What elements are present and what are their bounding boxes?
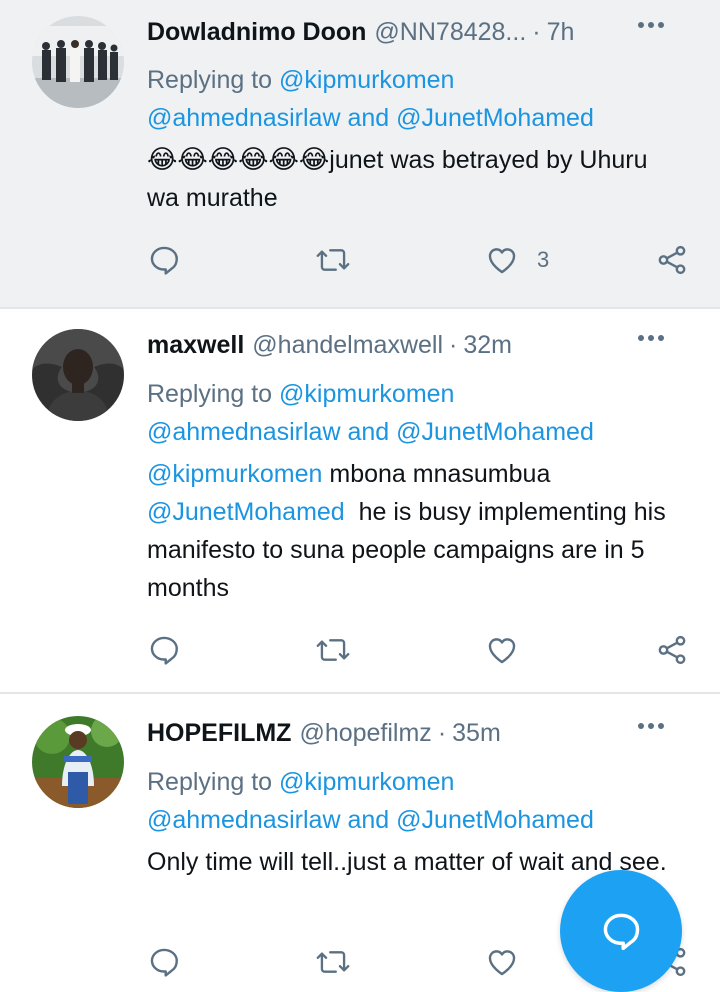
tweet-actions bbox=[147, 633, 707, 673]
tweet-text-content: mbona mnasumbua bbox=[322, 460, 551, 488]
more-icon[interactable] bbox=[636, 721, 666, 731]
author-name[interactable]: Dowladnimo Doon bbox=[147, 18, 366, 47]
mention-link[interactable]: @JunetMohamed bbox=[147, 498, 345, 526]
divider bbox=[0, 307, 720, 309]
author-handle[interactable]: @NN78428... bbox=[374, 18, 526, 47]
avatar-image bbox=[32, 329, 124, 421]
avatar[interactable] bbox=[32, 329, 124, 421]
author-handle[interactable]: @hopefilmz bbox=[299, 719, 431, 748]
timestamp[interactable]: 7h bbox=[547, 18, 575, 47]
and-others-link[interactable]: and bbox=[347, 104, 389, 132]
share-button[interactable] bbox=[655, 243, 689, 277]
mention-link[interactable]: @kipmurkomen bbox=[279, 66, 454, 94]
reply-button[interactable] bbox=[147, 945, 181, 979]
like-button[interactable] bbox=[485, 633, 519, 667]
retweet-button[interactable] bbox=[315, 633, 351, 667]
like-button[interactable] bbox=[485, 945, 519, 979]
retweet-icon bbox=[316, 951, 350, 973]
mention-link[interactable]: @ahmednasirlaw bbox=[147, 104, 341, 132]
author-handle[interactable]: @handelmaxwell bbox=[252, 331, 443, 360]
tweet-header: Dowladnimo Doon @NN78428... · 7h bbox=[147, 12, 700, 52]
reply-icon bbox=[150, 246, 178, 275]
replying-prefix: Replying to bbox=[147, 768, 273, 796]
author-name[interactable]: maxwell bbox=[147, 331, 244, 360]
retweet-button[interactable] bbox=[315, 945, 351, 979]
tweet-text: 😂😂😂😂😂😂junet was betrayed by Uhuru wa mur… bbox=[147, 141, 680, 217]
emoji-row: 😂😂😂😂😂😂 bbox=[147, 145, 330, 175]
timestamp[interactable]: 32m bbox=[463, 331, 512, 360]
tweet-body: Replying to @kipmurkomen @ahmednasirlaw … bbox=[147, 763, 680, 881]
share-icon bbox=[658, 245, 686, 275]
replying-to: Replying to @kipmurkomen @ahmednasirlaw … bbox=[147, 61, 680, 137]
compose-reply-icon bbox=[603, 913, 640, 951]
like-icon bbox=[488, 950, 516, 976]
tweet-text-content: Only time will tell..just a matter of wa… bbox=[147, 848, 667, 876]
reply-button[interactable] bbox=[147, 243, 181, 277]
tweet-body: Replying to @kipmurkomen @ahmednasirlaw … bbox=[147, 375, 680, 607]
mention-link[interactable]: @ahmednasirlaw bbox=[147, 806, 341, 834]
retweet-icon bbox=[316, 639, 350, 661]
replying-prefix: Replying to bbox=[147, 380, 273, 408]
mention-link[interactable]: @JunetMohamed bbox=[396, 104, 594, 132]
and-others-link[interactable]: and bbox=[347, 806, 389, 834]
tweet-text: @kipmurkomen mbona mnasumbua @JunetMohame… bbox=[147, 455, 680, 607]
separator: · bbox=[437, 718, 447, 747]
separator: · bbox=[532, 17, 541, 46]
like-icon bbox=[488, 638, 516, 664]
like-icon bbox=[488, 248, 516, 274]
reply-icon bbox=[150, 948, 178, 977]
like-count: 3 bbox=[537, 247, 550, 272]
tweet-actions: 3 bbox=[147, 243, 707, 283]
tweet-header: maxwell @handelmaxwell · 32m bbox=[147, 325, 700, 365]
avatar[interactable] bbox=[32, 716, 124, 808]
share-icon bbox=[658, 635, 686, 665]
avatar[interactable] bbox=[32, 16, 124, 108]
mention-link[interactable]: @JunetMohamed bbox=[396, 418, 594, 446]
share-button[interactable] bbox=[655, 633, 689, 667]
mention-link[interactable]: @JunetMohamed bbox=[396, 806, 594, 834]
mention-link[interactable]: @kipmurkomen bbox=[279, 768, 454, 796]
retweet-icon bbox=[316, 249, 350, 271]
mention-link[interactable]: @kipmurkomen bbox=[279, 380, 454, 408]
compose-reply-button[interactable] bbox=[560, 870, 682, 992]
replying-to: Replying to @kipmurkomen @ahmednasirlaw … bbox=[147, 375, 680, 451]
more-icon[interactable] bbox=[636, 20, 666, 30]
avatar-image bbox=[32, 16, 124, 108]
like-button[interactable]: 3 bbox=[485, 243, 549, 277]
more-icon[interactable] bbox=[636, 333, 666, 343]
mention-link[interactable]: @kipmurkomen bbox=[147, 460, 322, 488]
tweet-body: Replying to @kipmurkomen @ahmednasirlaw … bbox=[147, 61, 680, 217]
retweet-button[interactable] bbox=[315, 243, 351, 277]
timestamp[interactable]: 35m bbox=[452, 719, 501, 748]
replying-to: Replying to @kipmurkomen @ahmednasirlaw … bbox=[147, 763, 680, 839]
reply-icon bbox=[150, 636, 178, 665]
mention-link[interactable]: @ahmednasirlaw bbox=[147, 418, 341, 446]
tweet-header: HOPEFILMZ @hopefilmz · 35m bbox=[147, 713, 700, 753]
replying-prefix: Replying to bbox=[147, 66, 273, 94]
author-name[interactable]: HOPEFILMZ bbox=[147, 719, 291, 748]
divider bbox=[0, 692, 720, 694]
tweet-2[interactable]: maxwell @handelmaxwell · 32m Replying to… bbox=[0, 311, 720, 693]
and-others-link[interactable]: and bbox=[347, 418, 389, 446]
avatar-image bbox=[32, 716, 124, 808]
separator: · bbox=[449, 330, 458, 359]
reply-button[interactable] bbox=[147, 633, 181, 667]
tweet-1[interactable]: Dowladnimo Doon @NN78428... · 7h Replyin… bbox=[0, 0, 720, 307]
